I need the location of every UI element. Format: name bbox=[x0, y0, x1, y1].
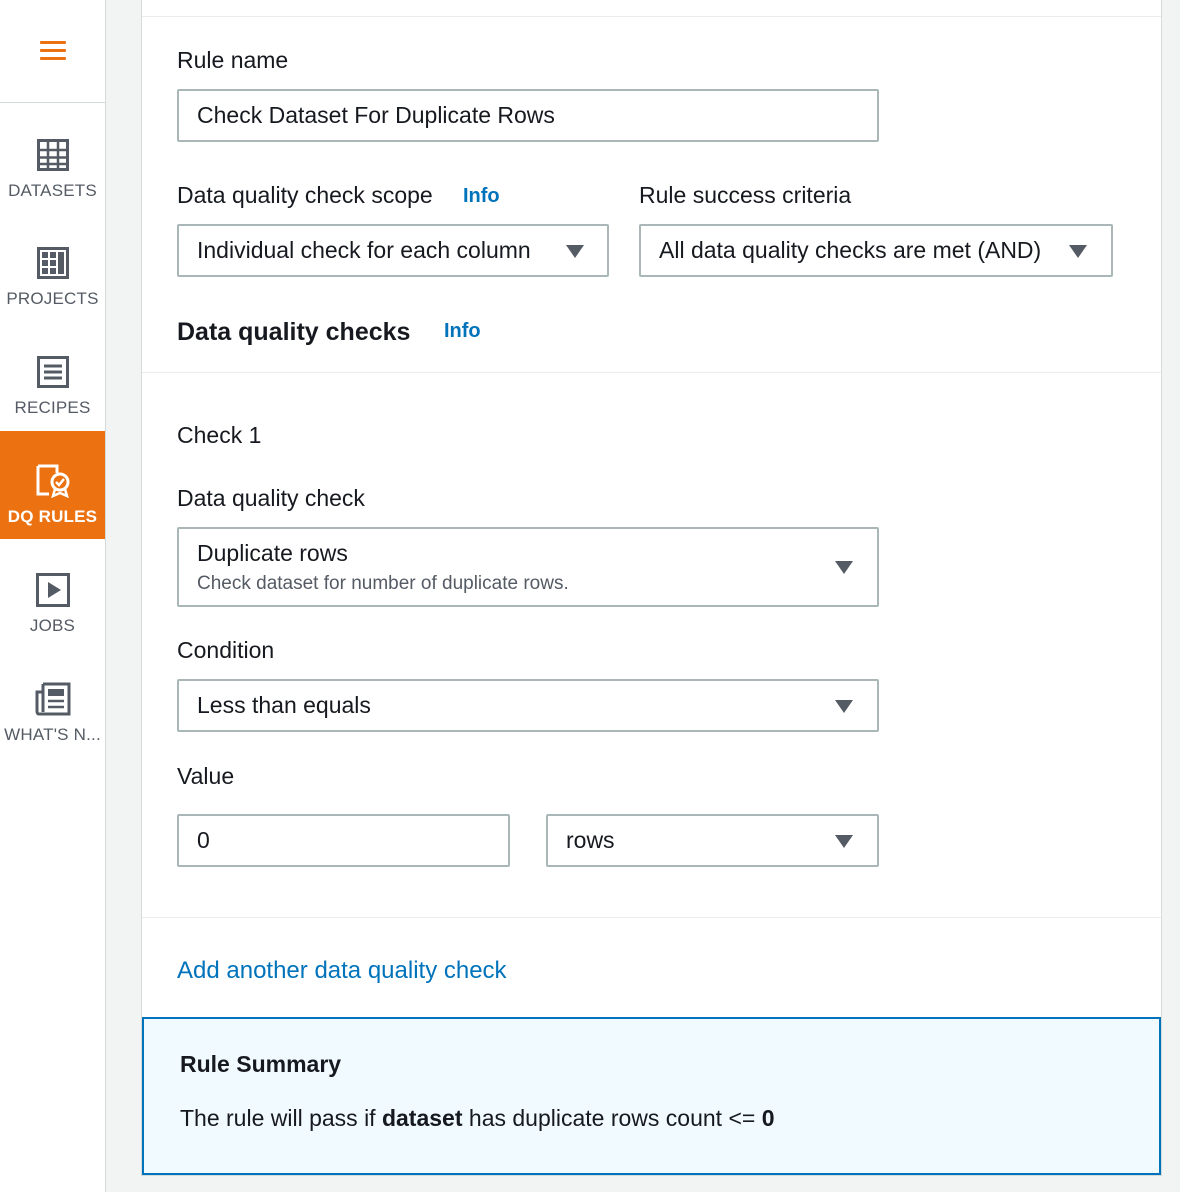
left-nav-sidebar: DATASETS PROJECTS RECIPES DQ RULES JOBS … bbox=[0, 0, 106, 1192]
summary-prefix: The rule will pass if bbox=[180, 1105, 382, 1131]
nav-item-dq-rules[interactable]: DQ RULES bbox=[0, 431, 105, 539]
hamburger-icon bbox=[39, 40, 66, 62]
nav-item-recipes[interactable]: RECIPES bbox=[0, 322, 105, 430]
rule-name-value: Check Dataset For Duplicate Rows bbox=[197, 102, 555, 128]
nav-label-recipes: RECIPES bbox=[14, 398, 91, 417]
summary-text: The rule will pass if dataset has duplic… bbox=[180, 1105, 775, 1132]
dq-check-label: Data quality check bbox=[177, 485, 365, 511]
summary-middle: has duplicate rows count <= bbox=[462, 1105, 762, 1131]
nav-item-projects[interactable]: PROJECTS bbox=[0, 213, 105, 321]
scope-info-link[interactable]: Info bbox=[463, 185, 500, 208]
play-icon bbox=[35, 572, 70, 608]
condition-value: Less than equals bbox=[197, 692, 371, 718]
add-divider bbox=[142, 917, 1161, 918]
dq-rules-icon bbox=[35, 463, 71, 499]
scope-label: Data quality check scope bbox=[177, 182, 433, 208]
nav-label-jobs: JOBS bbox=[29, 616, 76, 635]
add-check-link[interactable]: Add another data quality check bbox=[177, 957, 507, 985]
project-grid-icon bbox=[36, 245, 69, 281]
nav-item-datasets[interactable]: DATASETS bbox=[0, 105, 105, 213]
criteria-select[interactable]: All data quality checks are met (AND) bbox=[639, 224, 1113, 277]
scope-select[interactable]: Individual check for each column bbox=[177, 224, 609, 277]
chevron-down-icon bbox=[835, 835, 853, 848]
criteria-value: All data quality checks are met (AND) bbox=[659, 237, 1042, 263]
nav-label-whats-new: WHAT'S N... bbox=[4, 725, 101, 744]
nav-label-datasets: DATASETS bbox=[8, 181, 97, 200]
checks-info-link[interactable]: Info bbox=[444, 320, 481, 343]
value-input[interactable]: 0 bbox=[177, 814, 510, 867]
rule-name-label: Rule name bbox=[177, 47, 289, 73]
nav-item-jobs[interactable]: JOBS bbox=[0, 540, 105, 648]
summary-subject: dataset bbox=[381, 1105, 463, 1131]
menu-toggle-button[interactable] bbox=[0, 0, 105, 103]
unit-select[interactable]: rows bbox=[546, 814, 879, 867]
scope-value: Individual check for each column bbox=[197, 237, 531, 263]
checks-heading: Data quality checks bbox=[177, 318, 411, 346]
table-grid-icon bbox=[36, 137, 69, 173]
condition-label: Condition bbox=[177, 637, 275, 663]
dq-check-value: Duplicate rows bbox=[197, 539, 348, 566]
criteria-label: Rule success criteria bbox=[639, 182, 852, 208]
chevron-down-icon bbox=[835, 700, 853, 713]
dq-check-select[interactable]: Duplicate rows Check dataset for number … bbox=[177, 527, 879, 607]
recipe-list-icon bbox=[36, 354, 69, 390]
rule-editor-panel: Rule name Check Dataset For Duplicate Ro… bbox=[141, 0, 1162, 1176]
nav-item-whats-new[interactable]: WHAT'S N... bbox=[0, 649, 105, 757]
chevron-down-icon bbox=[1069, 245, 1087, 258]
nav-label-projects: PROJECTS bbox=[6, 289, 99, 308]
chevron-down-icon bbox=[835, 561, 853, 574]
rule-summary-box: Rule Summary The rule will pass if datas… bbox=[142, 1017, 1161, 1175]
top-divider bbox=[142, 16, 1161, 17]
dq-check-description: Check dataset for number of duplicate ro… bbox=[197, 572, 569, 594]
condition-select[interactable]: Less than equals bbox=[177, 679, 879, 732]
summary-threshold: 0 bbox=[761, 1105, 775, 1131]
news-icon bbox=[35, 681, 71, 717]
check-title: Check 1 bbox=[177, 422, 262, 448]
value-input-text: 0 bbox=[197, 827, 210, 853]
nav-label-dq-rules: DQ RULES bbox=[7, 507, 98, 526]
unit-value: rows bbox=[566, 827, 615, 853]
value-label: Value bbox=[177, 763, 235, 789]
rule-name-input[interactable]: Check Dataset For Duplicate Rows bbox=[177, 89, 879, 142]
checks-divider bbox=[142, 372, 1161, 373]
chevron-down-icon bbox=[566, 245, 584, 258]
summary-title: Rule Summary bbox=[180, 1051, 342, 1077]
